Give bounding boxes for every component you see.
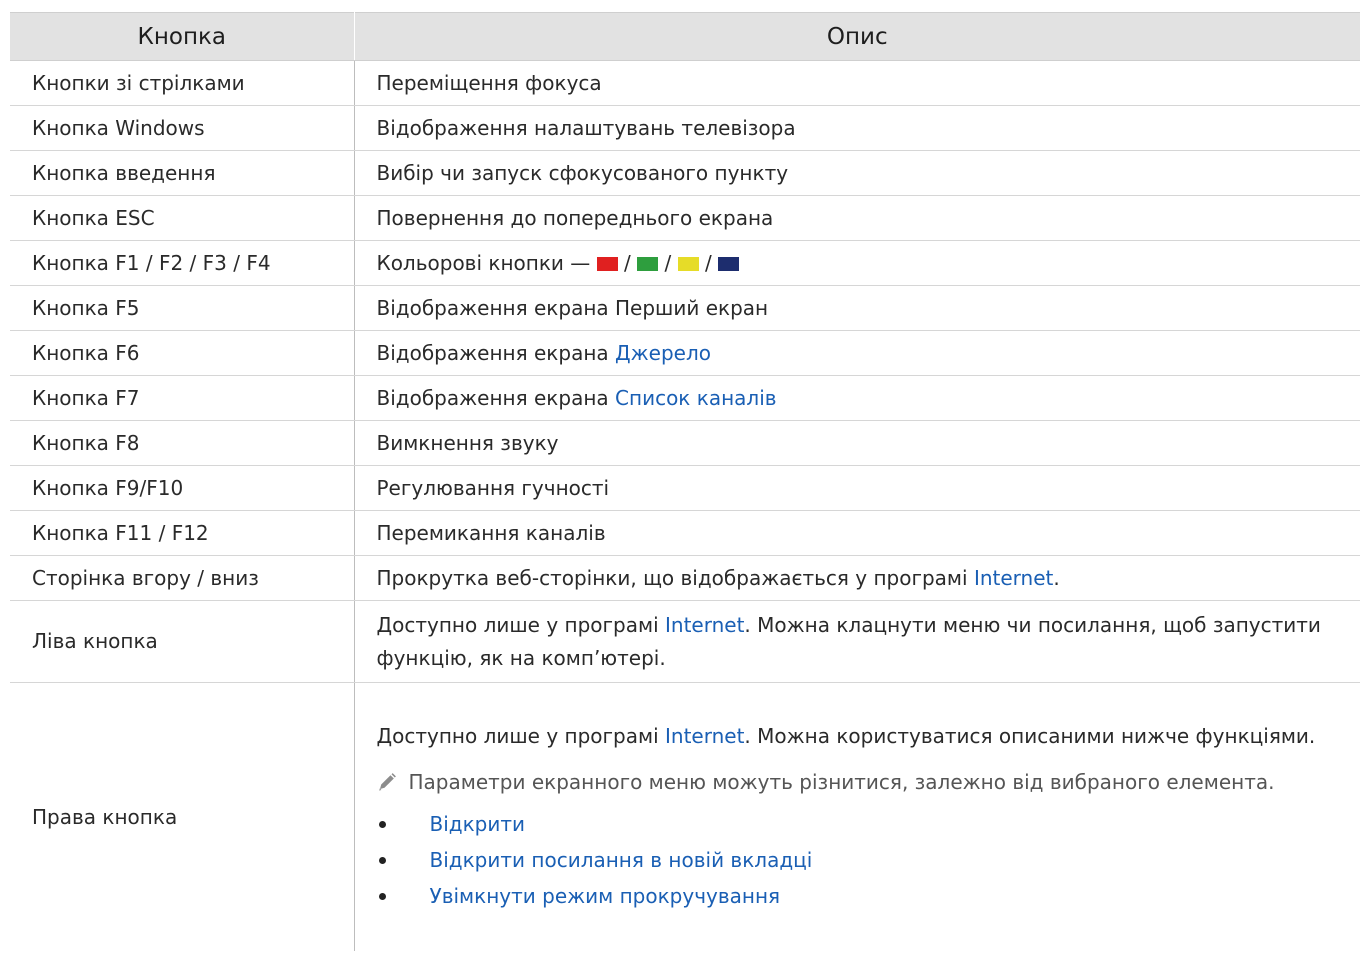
column-header-description: Опис	[354, 12, 1360, 61]
link-open-in-new-tab[interactable]: Відкрити посилання в новій вкладці	[430, 848, 813, 872]
table-row: Кнопка F9/F10 Регулювання гучності	[10, 465, 1360, 511]
link-internet[interactable]: Internet	[665, 613, 744, 637]
key-cell: Кнопка F7	[10, 375, 355, 421]
description-cell: Переміщення фокуса	[354, 60, 1360, 106]
separator: /	[664, 251, 672, 275]
description-text: Доступно лише у програмі	[376, 724, 659, 748]
description-text: . Можна користуватися описаними нижче фу…	[744, 724, 1316, 748]
column-header-key: Кнопка	[10, 12, 355, 61]
key-cell: Права кнопка	[10, 682, 355, 951]
key-cell: Ліва кнопка	[10, 600, 355, 683]
description-cell: Вибір чи запуск сфокусованого пункту	[354, 150, 1360, 196]
description-text: Кольорові кнопки —	[376, 251, 591, 275]
key-cell: Кнопка F5	[10, 285, 355, 331]
key-cell: Кнопка F9/F10	[10, 465, 355, 511]
description-cell: Вимкнення звуку	[354, 420, 1360, 466]
description-cell: Повернення до попереднього екрана	[354, 195, 1360, 241]
key-cell: Кнопки зі стрілками	[10, 60, 355, 106]
table-row: Ліва кнопка Доступно лише у програмі Int…	[10, 600, 1360, 683]
description-paragraph: Доступно лише у програмі Internet. Можна…	[377, 720, 1345, 753]
description-cell: Доступно лише у програмі Internet. Можна…	[354, 683, 1360, 952]
keyboard-keys-table: Кнопка Опис Кнопки зі стрілками Переміще…	[10, 12, 1360, 951]
table-row: Кнопка введення Вибір чи запуск сфокусов…	[10, 150, 1360, 196]
blue-key-swatch	[718, 257, 740, 271]
description-cell: Відображення екрана Список каналів	[354, 375, 1360, 421]
table-row: Кнопка F5 Відображення екрана Перший екр…	[10, 285, 1360, 331]
link-open[interactable]: Відкрити	[430, 812, 526, 836]
table-row: Кнопка F1 / F2 / F3 / F4 Кольорові кнопк…	[10, 240, 1360, 286]
table-row: Кнопка Windows Відображення налаштувань …	[10, 105, 1360, 151]
description-cell: Відображення екрана Перший екран	[354, 285, 1360, 331]
separator: /	[624, 251, 631, 275]
description-text: Доступно лише у програмі	[376, 612, 659, 637]
description-cell: Відображення налаштувань телевізора	[354, 105, 1360, 151]
link-internet[interactable]: Internet	[665, 724, 744, 748]
table-row: Права кнопка Доступно лише у програмі In…	[10, 682, 1360, 952]
table-row: Сторінка вгору / вниз Прокрутка веб-стор…	[10, 555, 1360, 601]
note-text: Параметри екранного меню можуть різнитис…	[408, 770, 1275, 794]
key-cell: Кнопка введення	[10, 150, 355, 196]
description-text: Відображення екрана	[376, 341, 609, 365]
link-internet[interactable]: Internet	[974, 566, 1053, 590]
list-item: Увімкнути режим прокручування	[377, 878, 1345, 914]
key-cell: Кнопка Windows	[10, 105, 355, 151]
key-cell: Сторінка вгору / вниз	[10, 555, 355, 601]
table-row: Кнопки зі стрілками Переміщення фокуса	[10, 60, 1360, 106]
document-page: Кнопка Опис Кнопки зі стрілками Переміще…	[0, 0, 1360, 958]
link-source[interactable]: Джерело	[615, 341, 711, 365]
table-row: Кнопка F8 Вимкнення звуку	[10, 420, 1360, 466]
description-text: Прокрутка веб-сторінки, що відображаєтьс…	[376, 566, 968, 590]
description-text: Відображення екрана	[376, 386, 609, 410]
key-cell: Кнопка ESC	[10, 195, 355, 241]
table-row: Кнопка F6 Відображення екрана Джерело	[10, 330, 1360, 376]
key-cell: Кнопка F11 / F12	[10, 510, 355, 556]
options-list: Відкрити Відкрити посилання в новій вкла…	[377, 806, 1345, 914]
description-cell: Перемикання каналів	[354, 510, 1360, 556]
key-cell: Кнопка F6	[10, 330, 355, 376]
description-cell: Прокрутка веб-сторінки, що відображаєтьс…	[354, 555, 1360, 601]
separator: /	[704, 251, 712, 275]
link-channel-list[interactable]: Список каналів	[615, 386, 777, 410]
green-key-swatch	[637, 257, 659, 271]
table-row: Кнопка ESC Повернення до попереднього ек…	[10, 195, 1360, 241]
table-row: Кнопка F7 Відображення екрана Список кан…	[10, 375, 1360, 421]
key-cell: Кнопка F8	[10, 420, 355, 466]
list-item: Відкрити	[377, 806, 1345, 842]
description-cell: Доступно лише у програмі Internet. Можна…	[354, 600, 1360, 683]
description-cell: Кольорові кнопки — / / /	[354, 240, 1360, 286]
yellow-key-swatch	[677, 257, 699, 271]
link-enable-scroll-mode[interactable]: Увімкнути режим прокручування	[430, 884, 781, 908]
red-key-swatch	[596, 257, 618, 271]
note: Параметри екранного меню можуть різнитис…	[377, 768, 1345, 796]
list-item: Відкрити посилання в новій вкладці	[377, 842, 1345, 878]
key-cell: Кнопка F1 / F2 / F3 / F4	[10, 240, 355, 286]
description-text: .	[1053, 566, 1060, 590]
table-row: Кнопка F11 / F12 Перемикання каналів	[10, 510, 1360, 556]
table-header-row: Кнопка Опис	[10, 12, 1360, 61]
description-cell: Відображення екрана Джерело	[354, 330, 1360, 376]
description-cell: Регулювання гучності	[354, 465, 1360, 511]
pencil-icon	[378, 773, 396, 791]
